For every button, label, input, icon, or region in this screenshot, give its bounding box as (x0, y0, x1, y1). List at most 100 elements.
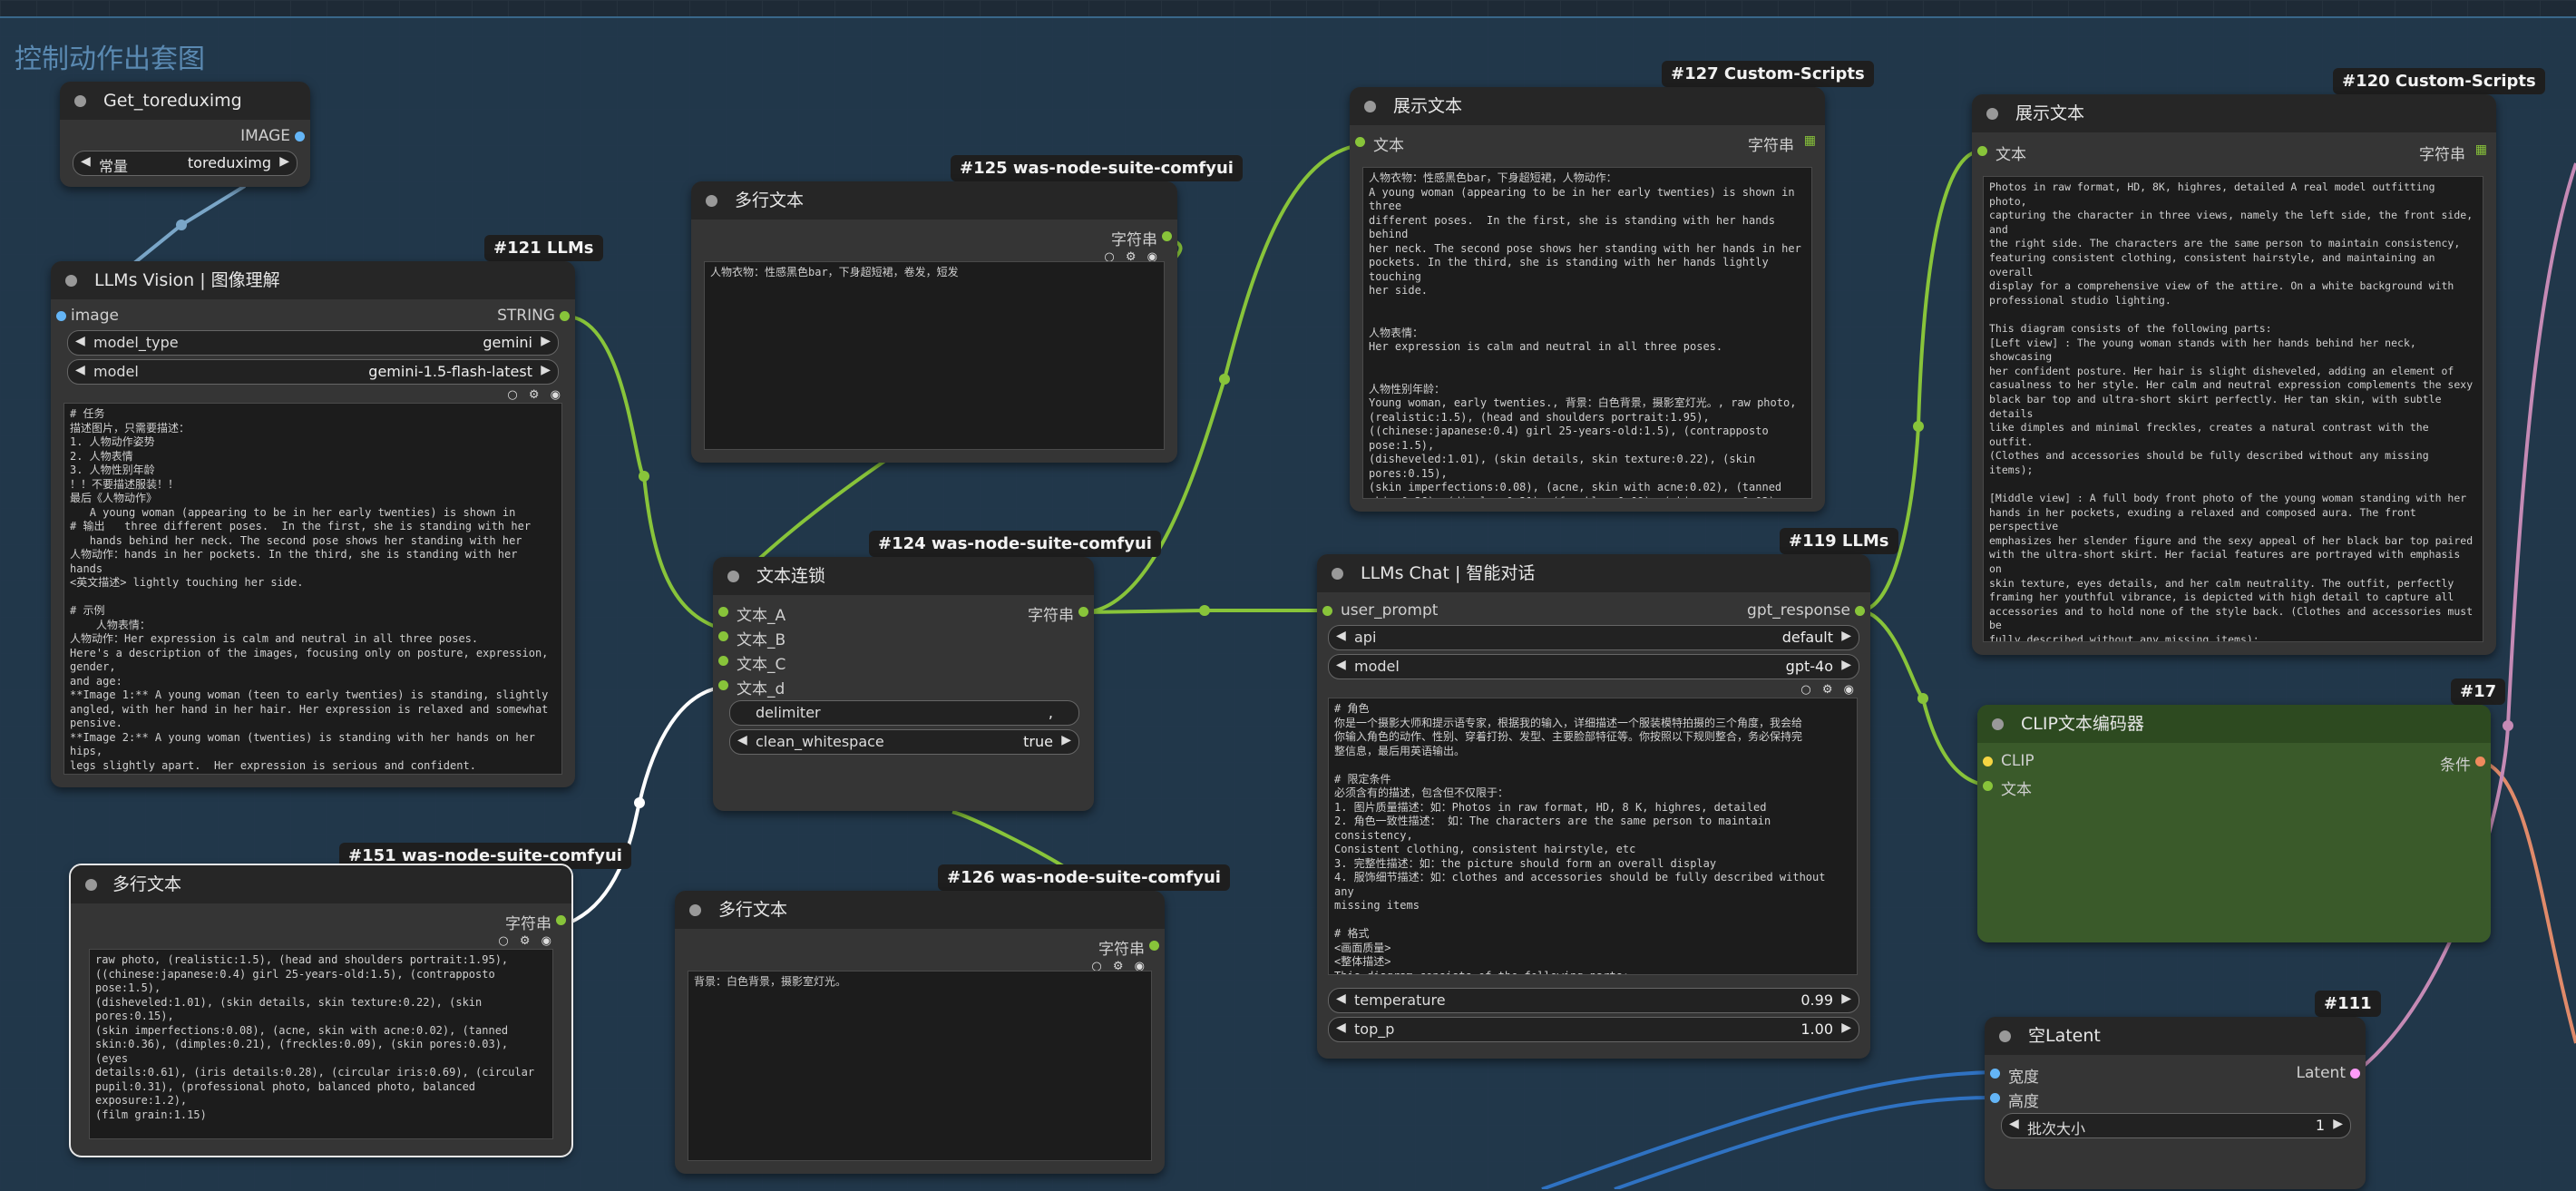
arrow-right-icon[interactable]: ▶ (1841, 1020, 1851, 1035)
delimiter-widget[interactable]: delimiter, (729, 700, 1079, 726)
collapse-dot-icon[interactable] (85, 879, 97, 891)
node-header[interactable]: 多行文本 (71, 865, 571, 903)
textarea-tool-icons[interactable]: ○ ⚙ ◉ (498, 934, 555, 948)
node-text-concat[interactable]: 文本连锁 文本_A 文本_B 文本_C 文本_d 字符串 delimiter, … (713, 557, 1094, 811)
arrow-left-icon[interactable]: ◀ (1336, 1020, 1346, 1035)
arrow-left-icon[interactable]: ◀ (1336, 658, 1346, 672)
node-header[interactable]: 多行文本 (691, 181, 1177, 220)
api-widget[interactable]: ◀ api default ▶ (1328, 625, 1859, 650)
output-socket[interactable] (556, 915, 566, 925)
clean-whitespace-widget[interactable]: ◀ clean_whitespace true ▶ (729, 729, 1079, 755)
multiline-textarea[interactable]: 背景：白色背景，摄影室灯光。 (688, 971, 1152, 1161)
node-header[interactable]: 多行文本 (675, 891, 1165, 929)
widget-label: model (1354, 658, 1400, 675)
output-grid-icon[interactable]: ▦ (1804, 133, 1816, 148)
arrow-right-icon[interactable]: ▶ (2333, 1117, 2343, 1131)
arrow-left-icon[interactable]: ◀ (1336, 991, 1346, 1006)
output-label: STRING (497, 307, 555, 325)
node-llms-chat[interactable]: LLMs Chat | 智能对话 user_prompt gpt_respons… (1317, 554, 1870, 1059)
node-header[interactable]: LLMs Chat | 智能对话 (1317, 554, 1870, 592)
collapse-dot-icon[interactable] (689, 904, 701, 916)
collapse-dot-icon[interactable] (706, 195, 717, 207)
node-multiline-125[interactable]: 多行文本 字符串 ○ ⚙ ◉ 人物衣物：性感黑色bar，下身超短裙，卷发，短发 (691, 181, 1177, 463)
model-type-widget[interactable]: ◀ model_type gemini ▶ (67, 330, 559, 356)
output-grid-icon[interactable]: ▦ (2475, 142, 2487, 157)
model-widget[interactable]: ◀ model gemini-1.5-flash-latest ▶ (67, 359, 559, 385)
collapse-dot-icon[interactable] (74, 95, 86, 107)
textarea-tool-icons[interactable]: ○ ⚙ ◉ (1800, 683, 1858, 697)
node-header[interactable]: LLMs Vision | 图像理解 (51, 261, 575, 299)
input-socket-image[interactable] (56, 311, 66, 321)
arrow-left-icon[interactable]: ◀ (75, 363, 85, 377)
widget-label: clean_whitespace (756, 733, 884, 750)
node-title: 多行文本 (112, 874, 182, 894)
input-socket-c[interactable] (718, 656, 728, 666)
output-socket[interactable] (1149, 941, 1159, 951)
node-header[interactable]: Get_toreduximg (60, 82, 310, 120)
arrow-right-icon[interactable]: ▶ (1841, 658, 1851, 672)
multiline-textarea[interactable]: 人物衣物：性感黑色bar，下身超短裙，卷发，短发 (704, 261, 1165, 450)
node-empty-latent[interactable]: 空Latent 宽度 高度 Latent ◀ 批次大小 1 ▶ (1985, 1017, 2366, 1189)
model-widget[interactable]: ◀ model gpt-4o ▶ (1328, 654, 1859, 679)
node-get-toreduximg[interactable]: Get_toreduximg IMAGE ◀ 常量 toreduximg ▶ (60, 82, 310, 187)
prompt-textarea[interactable]: # 任务 描述图片，只需要描述： 1. 人物动作姿势 2. 人物表情 3. 人物… (63, 403, 562, 775)
node-title: LLMs Chat | 智能对话 (1361, 563, 1536, 583)
textarea-tool-icons[interactable]: ○ ⚙ ◉ (507, 388, 564, 402)
arrow-left-icon[interactable]: ◀ (737, 733, 747, 747)
collapse-dot-icon[interactable] (1332, 568, 1343, 580)
node-header[interactable]: 展示文本 (1972, 94, 2496, 132)
collapse-dot-icon[interactable] (727, 571, 739, 582)
arrow-left-icon[interactable]: ◀ (81, 154, 91, 169)
output-socket[interactable] (2350, 1069, 2360, 1079)
output-socket[interactable] (1162, 231, 1172, 241)
input-socket-clip[interactable] (1983, 757, 1993, 766)
node-header[interactable]: 展示文本 (1350, 87, 1825, 125)
prompt-textarea[interactable]: # 角色 你是一个摄影大师和提示语专家，根据我的输入，详细描述一个服装模特拍摄的… (1328, 698, 1858, 975)
node-badge: #124 was-node-suite-comfyui (869, 531, 1161, 557)
arrow-right-icon[interactable]: ▶ (1841, 991, 1851, 1006)
multiline-textarea[interactable]: raw photo, (realistic:1.5), (head and sh… (89, 949, 553, 1139)
input-socket-a[interactable] (718, 607, 728, 617)
output-socket[interactable] (1855, 606, 1865, 616)
arrow-left-icon[interactable]: ◀ (75, 334, 85, 348)
arrow-right-icon[interactable]: ▶ (279, 154, 289, 169)
node-show-text-127[interactable]: 展示文本 文本 字符串 ▦ 人物衣物：性感黑色bar，下身超短裙，人物动作： A… (1350, 87, 1825, 512)
arrow-left-icon[interactable]: ◀ (2009, 1117, 2019, 1131)
display-textarea[interactable]: Photos in raw format, HD, 8K, highres, d… (1983, 176, 2483, 642)
arrow-left-icon[interactable]: ◀ (1336, 629, 1346, 643)
input-socket-height[interactable] (1990, 1093, 2000, 1103)
collapse-dot-icon[interactable] (1999, 1030, 2011, 1042)
node-llms-vision[interactable]: LLMs Vision | 图像理解 image STRING ◀ model_t… (51, 261, 575, 787)
input-socket[interactable] (1322, 606, 1332, 616)
node-header[interactable]: 空Latent (1985, 1017, 2366, 1055)
collapse-dot-icon[interactable] (65, 275, 77, 287)
constant-widget[interactable]: ◀ 常量 toreduximg ▶ (73, 151, 298, 176)
output-socket[interactable] (2475, 757, 2485, 766)
display-textarea[interactable]: 人物衣物：性感黑色bar，下身超短裙，人物动作： A young woman (… (1362, 167, 1812, 499)
collapse-dot-icon[interactable] (1986, 108, 1998, 120)
output-socket[interactable] (295, 132, 305, 142)
arrow-right-icon[interactable]: ▶ (1841, 629, 1851, 643)
node-multiline-151[interactable]: 多行文本 字符串 ○ ⚙ ◉ raw photo, (realistic:1.5… (69, 864, 573, 1157)
input-socket-d[interactable] (718, 680, 728, 690)
temperature-widget[interactable]: ◀ temperature 0.99 ▶ (1328, 988, 1859, 1013)
input-socket-b[interactable] (718, 631, 728, 641)
arrow-right-icon[interactable]: ▶ (541, 334, 551, 348)
node-multiline-126[interactable]: 多行文本 字符串 ○ ⚙ ◉ 背景：白色背景，摄影室灯光。 (675, 891, 1165, 1174)
top-p-widget[interactable]: ◀ top_p 1.00 ▶ (1328, 1017, 1859, 1042)
input-socket[interactable] (1355, 137, 1365, 147)
node-header[interactable]: CLIP文本编码器 (1977, 705, 2491, 743)
arrow-right-icon[interactable]: ▶ (541, 363, 551, 377)
node-show-text-120[interactable]: 展示文本 文本 字符串 ▦ Photos in raw format, HD, … (1972, 94, 2496, 655)
node-clip-text-encoder[interactable]: CLIP文本编码器 CLIP 文本 条件 (1977, 705, 2491, 942)
node-header[interactable]: 文本连锁 (713, 557, 1094, 595)
batch-size-widget[interactable]: ◀ 批次大小 1 ▶ (2001, 1113, 2351, 1138)
output-socket[interactable] (1078, 607, 1088, 617)
output-socket[interactable] (560, 311, 570, 321)
arrow-right-icon[interactable]: ▶ (1061, 733, 1071, 747)
input-socket-width[interactable] (1990, 1069, 2000, 1079)
input-socket-text[interactable] (1983, 781, 1993, 791)
input-socket[interactable] (1977, 146, 1987, 156)
collapse-dot-icon[interactable] (1364, 101, 1376, 112)
collapse-dot-icon[interactable] (1992, 718, 2004, 730)
